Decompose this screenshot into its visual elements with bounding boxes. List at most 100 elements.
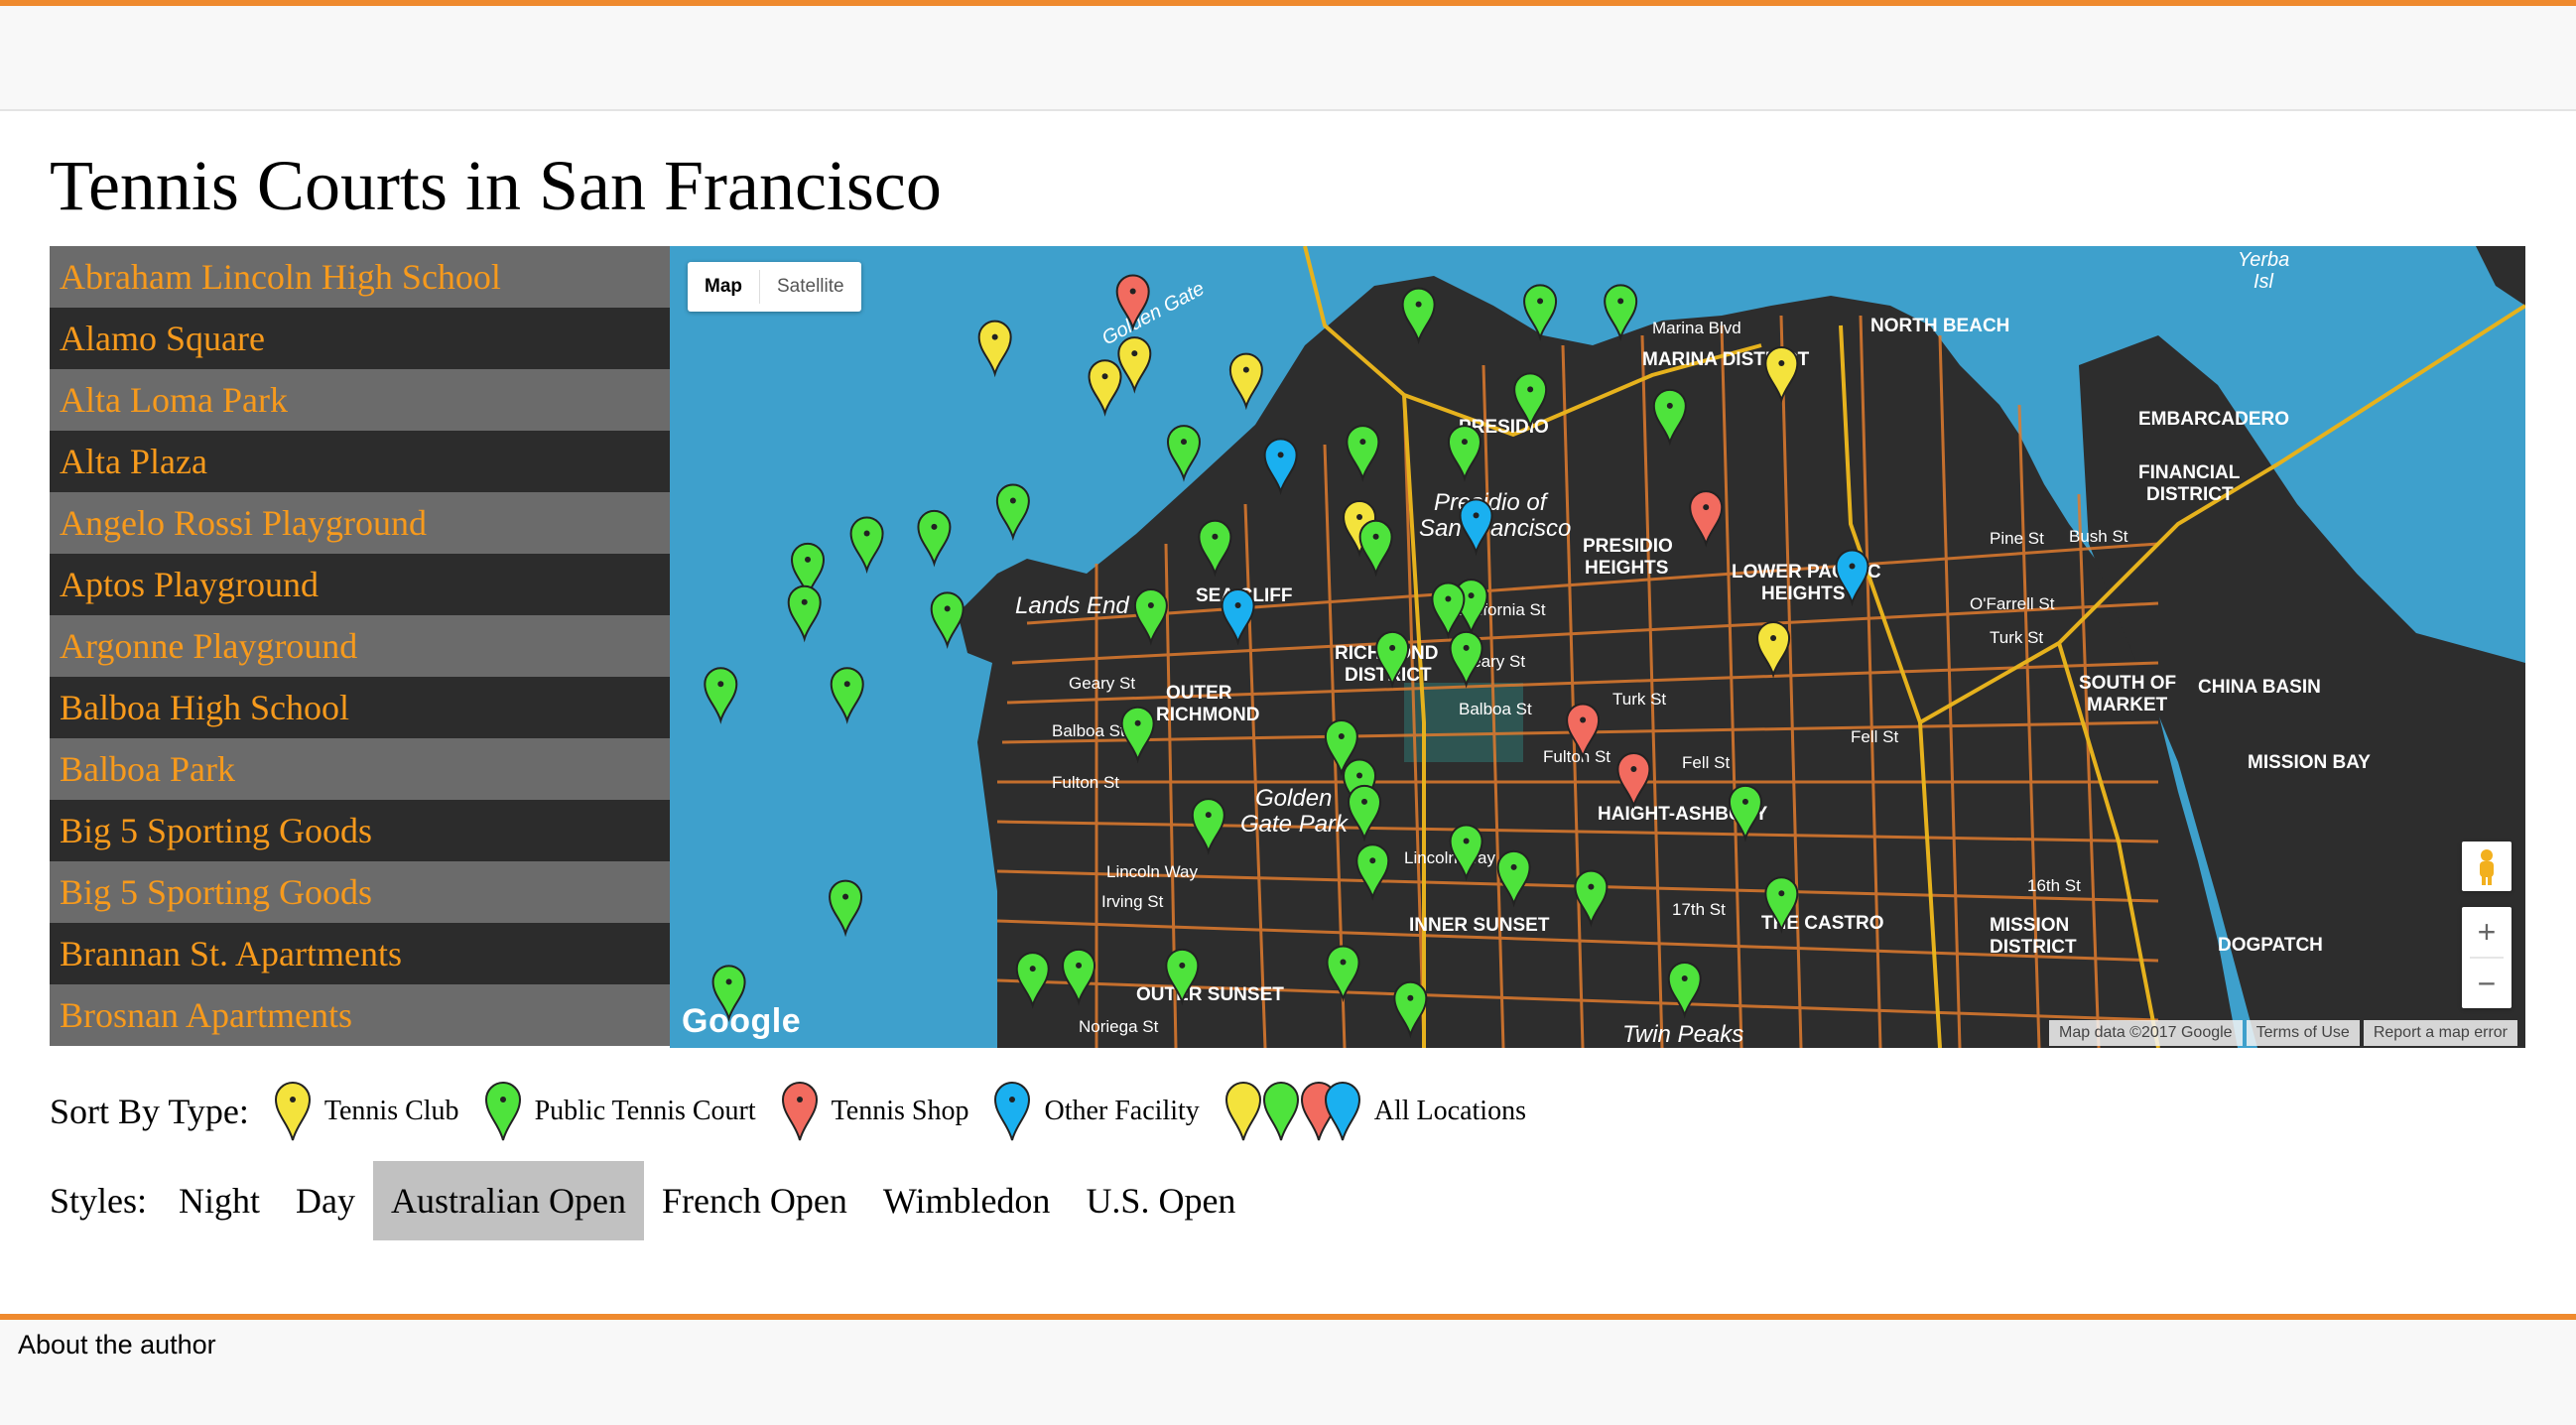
style-us-open[interactable]: U.S. Open — [1068, 1161, 1253, 1240]
map-canvas[interactable]: Golden Gate Marina Blvd MARINA DISTRICT … — [670, 246, 2525, 1048]
court-list-item[interactable]: Abraham Lincoln High School — [50, 246, 670, 308]
style-day[interactable]: Day — [278, 1161, 373, 1240]
about-the-author-link[interactable]: About the author — [18, 1330, 216, 1360]
svg-text:EMBARCADERO: EMBARCADERO — [2138, 409, 2289, 430]
top-header-bar — [0, 0, 2576, 111]
svg-text:Balboa St: Balboa St — [1052, 721, 1125, 740]
svg-text:FINANCIAL: FINANCIAL — [2138, 462, 2241, 483]
green-marker-icon — [484, 1082, 521, 1141]
map-attribution: Map data ©2017 Google Terms of Use Repor… — [2045, 1020, 2517, 1046]
sort-tennis-club-label: Tennis Club — [323, 1096, 459, 1126]
styles-bar: Styles: Night Day Australian Open French… — [50, 1161, 1253, 1240]
google-logo: Google — [682, 1002, 802, 1040]
court-list-item[interactable]: Alamo Square — [50, 308, 670, 369]
svg-text:Lincoln Way: Lincoln Way — [1404, 848, 1495, 867]
svg-text:Balboa St: Balboa St — [1459, 700, 1532, 718]
svg-text:Turk St: Turk St — [1990, 628, 2043, 647]
sort-by-type-bar: Sort By Type: Tennis Club Public Tennis … — [50, 1072, 1550, 1151]
zoom-in-button[interactable]: + — [2462, 907, 2512, 957]
footer: About the author — [0, 1314, 2576, 1425]
svg-text:HEIGHTS: HEIGHTS — [1585, 558, 1668, 579]
svg-text:17th St: 17th St — [1672, 900, 1726, 919]
map-type-satellite-button[interactable]: Satellite — [760, 262, 861, 312]
svg-text:INNER SUNSET: INNER SUNSET — [1409, 915, 1550, 936]
sort-all-locations-label: All Locations — [1373, 1096, 1526, 1126]
court-list-item[interactable]: Brannan St. Apartments — [50, 923, 670, 984]
svg-text:DISTRICT: DISTRICT — [2146, 484, 2234, 505]
zoom-control: + − — [2462, 907, 2512, 1008]
svg-text:PRESIDIO: PRESIDIO — [1583, 536, 1673, 557]
court-list-item[interactable]: Balboa Park — [50, 738, 670, 800]
svg-text:Fell St: Fell St — [1851, 727, 1898, 746]
multi-marker-icon — [1224, 1082, 1360, 1141]
style-wimbledon[interactable]: Wimbledon — [865, 1161, 1069, 1240]
svg-text:DISTRICT: DISTRICT — [1990, 937, 2077, 958]
svg-text:Fulton St: Fulton St — [1543, 747, 1610, 766]
court-list-item[interactable]: Big 5 Sporting Goods — [50, 861, 670, 923]
style-australian-open[interactable]: Australian Open — [373, 1161, 644, 1240]
svg-text:Marina Blvd: Marina Blvd — [1652, 319, 1741, 337]
svg-text:HEIGHTS: HEIGHTS — [1761, 583, 1845, 604]
svg-text:MARKET: MARKET — [2087, 695, 2168, 715]
blue-marker-icon — [994, 1082, 1031, 1141]
sort-all-locations[interactable]: All Locations — [1224, 1081, 1526, 1142]
pegman-icon — [2480, 849, 2494, 885]
svg-text:Noriega St: Noriega St — [1079, 1017, 1159, 1036]
court-list-item[interactable]: Brosnan Apartments — [50, 984, 670, 1046]
svg-text:Pine St: Pine St — [1990, 529, 2044, 548]
svg-text:16th St: 16th St — [2027, 876, 2081, 895]
court-list-item[interactable]: Big 5 Sporting Goods — [50, 800, 670, 861]
yellow-marker-icon — [274, 1082, 311, 1141]
sort-tennis-club[interactable]: Tennis Club — [273, 1081, 459, 1142]
sort-other-facility-label: Other Facility — [1044, 1096, 1200, 1126]
svg-text:CHINA BASIN: CHINA BASIN — [2198, 677, 2321, 698]
court-list-item[interactable]: Alta Plaza — [50, 431, 670, 492]
svg-text:Bush St: Bush St — [2069, 527, 2128, 546]
sort-other-facility[interactable]: Other Facility — [992, 1081, 1200, 1142]
svg-text:OUTER: OUTER — [1166, 683, 1232, 704]
red-marker-icon — [781, 1082, 818, 1141]
svg-text:Yerba: Yerba — [2238, 249, 2289, 271]
svg-text:Lands End: Lands End — [1015, 592, 1129, 619]
svg-text:OUTER SUNSET: OUTER SUNSET — [1136, 984, 1284, 1005]
style-french-open[interactable]: French Open — [644, 1161, 865, 1240]
svg-text:MISSION BAY: MISSION BAY — [2248, 752, 2371, 773]
svg-text:Golden: Golden — [1255, 785, 1332, 812]
report-map-error-link[interactable]: Report a map error — [2363, 1020, 2517, 1046]
svg-text:MISSION: MISSION — [1990, 915, 2069, 936]
styles-label: Styles: — [50, 1181, 148, 1221]
svg-text:Geary St: Geary St — [1069, 674, 1135, 693]
court-list-item[interactable]: Balboa High School — [50, 677, 670, 738]
svg-text:Fulton St: Fulton St — [1052, 773, 1119, 792]
svg-text:NORTH BEACH: NORTH BEACH — [1870, 316, 2009, 336]
svg-text:Lincoln Way: Lincoln Way — [1106, 862, 1198, 881]
court-list-item[interactable]: Alta Loma Park — [50, 369, 670, 431]
sort-by-type-label: Sort By Type: — [50, 1092, 249, 1131]
court-list-item[interactable]: Aptos Playground — [50, 554, 670, 615]
court-list-item[interactable]: Argonne Playground — [50, 615, 670, 677]
svg-text:DOGPATCH: DOGPATCH — [2218, 935, 2323, 956]
page-title: Tennis Courts in San Francisco — [50, 146, 942, 225]
sort-tennis-shop[interactable]: Tennis Shop — [780, 1081, 969, 1142]
sort-public-tennis-court-label: Public Tennis Court — [534, 1096, 756, 1126]
map-data-credit: Map data ©2017 Google — [2049, 1020, 2243, 1046]
map-type-map-button[interactable]: Map — [688, 262, 759, 312]
svg-text:SOUTH OF: SOUTH OF — [2079, 673, 2176, 694]
svg-text:Gate Park: Gate Park — [1240, 811, 1350, 838]
svg-text:Irving St: Irving St — [1101, 892, 1164, 911]
svg-text:RICHMOND: RICHMOND — [1156, 705, 1260, 725]
street-view-pegman-icon[interactable] — [2462, 842, 2512, 891]
terms-of-use-link[interactable]: Terms of Use — [2246, 1020, 2360, 1046]
svg-text:Isl: Isl — [2254, 271, 2274, 293]
court-list-sidebar[interactable]: Abraham Lincoln High School Alamo Square… — [50, 246, 670, 1048]
zoom-out-button[interactable]: − — [2462, 959, 2512, 1008]
sort-tennis-shop-label: Tennis Shop — [831, 1096, 969, 1126]
sort-public-tennis-court[interactable]: Public Tennis Court — [483, 1081, 756, 1142]
svg-text:O'Farrell St: O'Farrell St — [1970, 594, 2055, 613]
court-list-item[interactable]: Angelo Rossi Playground — [50, 492, 670, 554]
svg-text:San Francisco: San Francisco — [1419, 515, 1571, 542]
map-view[interactable]: Golden Gate Marina Blvd MARINA DISTRICT … — [670, 246, 2525, 1048]
svg-text:Turk St: Turk St — [1612, 690, 1666, 709]
style-night[interactable]: Night — [161, 1161, 278, 1240]
svg-text:Twin Peaks: Twin Peaks — [1622, 1021, 1743, 1048]
